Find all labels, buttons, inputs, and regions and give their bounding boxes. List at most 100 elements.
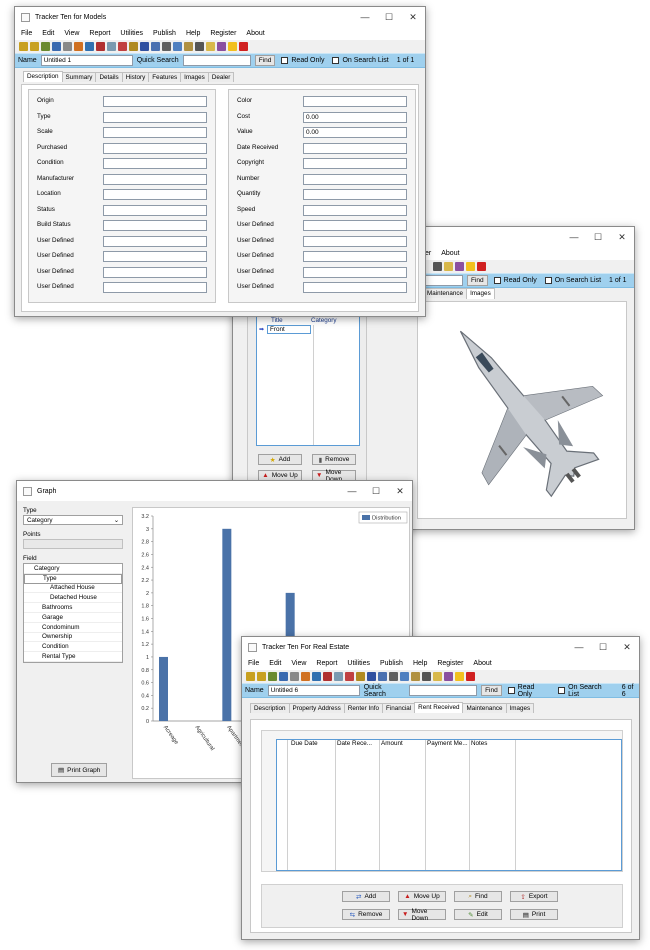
menu-view[interactable]: View [291,660,306,667]
move-down-button[interactable]: ▼ Move Down [398,908,446,922]
field-input[interactable] [303,173,407,185]
column-notes[interactable]: Notes [471,740,511,749]
on-search-list-checkbox[interactable] [332,57,340,64]
tree-item[interactable]: Attached House [24,584,122,594]
columns-icon[interactable] [367,672,376,681]
help-icon[interactable] [228,42,237,51]
tree-item[interactable]: Condominum [24,623,122,633]
menu-utilities[interactable]: Utilities [347,660,370,667]
tab-maintenance[interactable]: Maintenance [423,288,468,298]
import-icon[interactable] [356,672,365,681]
column-amount[interactable]: Amount [381,740,427,749]
tab-details[interactable]: Details [95,72,123,82]
menu-edit[interactable]: Edit [269,660,281,667]
minimize-icon[interactable]: — [340,486,364,496]
add-button[interactable]: ⇄ Add [342,891,390,902]
on-search-list-checkbox[interactable] [544,277,552,284]
menu-utilities[interactable]: Utilities [120,30,143,37]
menu-help[interactable]: Help [186,30,200,37]
list-icon[interactable] [400,672,409,681]
remove-icon[interactable] [345,672,354,681]
sum-icon[interactable] [290,672,299,681]
column-date-received[interactable]: Date Rece... [337,740,381,749]
tree-item[interactable]: Bathrooms [24,603,122,613]
on-search-list-checkbox[interactable] [558,687,566,694]
delete-icon[interactable] [323,672,332,681]
sum-icon[interactable] [63,42,72,51]
form-icon[interactable] [184,42,193,51]
copy-icon[interactable] [312,672,321,681]
quick-search-input[interactable] [182,55,251,66]
back-icon[interactable] [19,42,28,51]
tree-item[interactable]: Type [24,573,122,584]
duplicate-icon[interactable] [107,42,116,51]
field-input[interactable] [303,142,407,154]
sort-icon[interactable] [268,672,277,681]
field-input[interactable] [303,127,407,138]
tab-images[interactable]: Images [466,288,495,299]
list-icon[interactable] [173,42,182,51]
read-only-checkbox[interactable] [493,277,501,284]
menu-file[interactable]: File [21,30,32,37]
menu-publish[interactable]: Publish [153,30,176,37]
folder-icon[interactable] [206,42,215,51]
check-icon[interactable] [239,42,248,51]
check-icon[interactable] [466,672,475,681]
filter-icon[interactable] [279,672,288,681]
field-input[interactable] [303,282,407,293]
field-input[interactable] [303,189,407,200]
field-input[interactable] [303,158,407,169]
tab-renter-info[interactable]: Renter Info [343,703,383,713]
tab-maintenance[interactable]: Maintenance [462,703,507,713]
field-input[interactable] [103,158,207,169]
category-column-header[interactable]: Category [311,317,337,325]
form-icon[interactable] [411,672,420,681]
tab-images[interactable]: Images [505,703,535,713]
forward-icon[interactable] [30,42,39,51]
menu-register[interactable]: Register [437,660,463,667]
field-input[interactable] [103,111,207,123]
read-only-checkbox[interactable] [281,57,289,64]
remove-image-button[interactable]: ▮ Remove [312,454,356,465]
forward-icon[interactable] [257,672,266,681]
new-icon[interactable] [301,672,310,681]
menu-view[interactable]: View [64,30,79,37]
menu-publish[interactable]: Publish [380,660,403,667]
report-icon[interactable] [217,42,226,51]
tab-summary[interactable]: Summary [61,72,97,82]
name-input[interactable] [40,55,133,66]
tree-item[interactable]: Ownership [24,633,122,643]
tab-images[interactable]: Images [180,72,209,82]
field-input[interactable] [103,173,207,185]
tab-financial[interactable]: Financial [381,703,416,713]
field-input[interactable] [303,204,407,216]
tab-property-address[interactable]: Property Address [288,703,345,713]
document-icon[interactable] [389,672,398,681]
help-icon[interactable] [466,262,475,271]
quick-search-input[interactable] [423,275,463,286]
tree-item[interactable]: Detached House [24,593,122,604]
find-button[interactable]: Find [481,685,502,696]
menu-about[interactable]: About [246,30,264,37]
remove-icon[interactable] [118,42,127,51]
tab-history[interactable]: History [121,72,150,82]
tree-item[interactable]: Rental Type [24,652,122,662]
folder-icon[interactable] [433,672,442,681]
tree-item[interactable]: Condition [24,642,122,653]
find-button[interactable]: Find [467,275,488,286]
back-icon[interactable] [246,672,255,681]
print-icon[interactable] [195,42,204,51]
minimize-icon[interactable]: — [353,12,377,22]
export-button[interactable]: ⇪ Export [510,891,558,902]
field-input[interactable] [103,189,207,200]
find-row-button[interactable]: ⌕ Find [454,891,502,902]
field-input[interactable] [103,235,207,247]
read-only-checkbox[interactable] [507,687,515,694]
close-icon[interactable]: ✕ [388,486,412,497]
field-input[interactable] [303,235,407,247]
field-input[interactable] [103,251,207,262]
edit-button[interactable]: ✎ Edit [454,909,502,920]
tree-item[interactable]: Garage [24,613,122,623]
field-input[interactable] [103,127,207,138]
delete-icon[interactable] [96,42,105,51]
